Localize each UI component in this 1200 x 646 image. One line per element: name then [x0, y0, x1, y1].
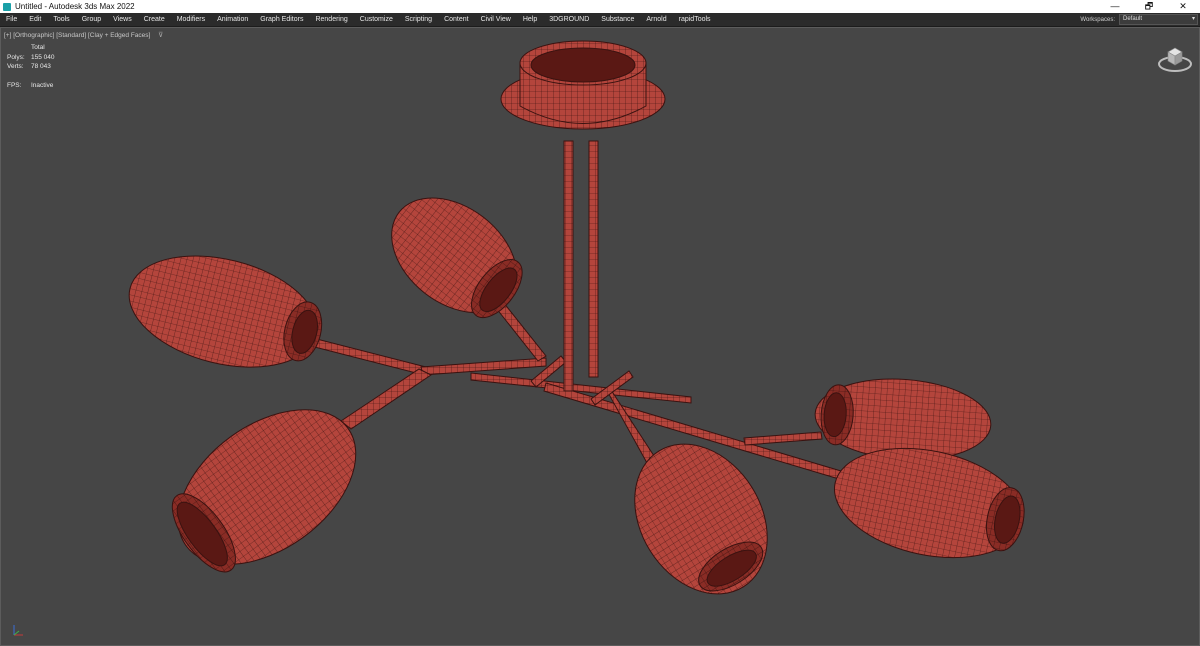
menu-views[interactable]: Views: [107, 13, 138, 26]
menu-tools[interactable]: Tools: [47, 13, 75, 26]
axis-tripod-icon: [13, 625, 23, 636]
fps-label: FPS:: [7, 81, 22, 89]
menu-edit[interactable]: Edit: [23, 13, 47, 26]
scene-model[interactable]: [1, 28, 1199, 645]
workspaces-label: Workspaces:: [1080, 16, 1115, 23]
ceiling-canopy: [500, 40, 666, 130]
title-bar: Untitled - Autodesk 3ds Max 2022 — 🗗 ✕: [0, 0, 1200, 13]
menu-bar: File Edit Tools Group Views Create Modif…: [0, 13, 1200, 27]
menu-file[interactable]: File: [0, 13, 23, 26]
statistics-overlay: Total Polys: 155 040 Verts: 78 043 FPS: Ina…: [7, 43, 55, 90]
lamp-shade: [128, 255, 323, 368]
menu-animation[interactable]: Animation: [211, 13, 254, 26]
window-title: Untitled - Autodesk 3ds Max 2022: [15, 2, 135, 11]
viewcube-icon[interactable]: [1157, 42, 1193, 76]
polys-value: 155 040: [31, 53, 55, 61]
lamp-shade: [833, 447, 1025, 559]
close-button[interactable]: ✕: [1166, 0, 1200, 13]
workspaces-dropdown[interactable]: Default ▾: [1119, 14, 1198, 25]
restore-button[interactable]: 🗗: [1132, 0, 1166, 13]
verts-value: 78 043: [31, 63, 51, 70]
verts-label: Verts:: [7, 63, 24, 70]
polys-label: Polys:: [7, 53, 25, 61]
filter-icon[interactable]: ⊽: [158, 32, 163, 39]
menu-customize[interactable]: Customize: [354, 13, 399, 26]
stats-header: Total: [31, 44, 45, 51]
menu-modifiers[interactable]: Modifiers: [171, 13, 211, 26]
menu-rapidtools[interactable]: rapidTools: [673, 13, 717, 26]
menu-graph-editors[interactable]: Graph Editors: [254, 13, 309, 26]
menu-3dground[interactable]: 3DGROUND: [543, 13, 595, 26]
viewport-label-text[interactable]: [+] [Orthographic] [Standard] [Clay + Ed…: [4, 32, 150, 39]
menu-arnold[interactable]: Arnold: [640, 13, 672, 26]
dropdown-caret-icon: ▾: [1191, 16, 1195, 22]
lamp-shade: [391, 197, 523, 319]
menu-help[interactable]: Help: [517, 13, 543, 26]
vertical-rods: [563, 140, 599, 392]
menu-substance[interactable]: Substance: [595, 13, 640, 26]
app-icon: [3, 2, 11, 11]
menu-rendering[interactable]: Rendering: [309, 13, 353, 26]
workspaces-value: Default: [1123, 16, 1143, 22]
workspaces: Workspaces: Default ▾: [1080, 13, 1198, 26]
minimize-button[interactable]: —: [1098, 0, 1132, 13]
viewport-label[interactable]: [+] [Orthographic] [Standard] [Clay + Ed…: [4, 31, 163, 39]
menu-civil-view[interactable]: Civil View: [475, 13, 517, 26]
menu-content[interactable]: Content: [438, 13, 475, 26]
window-controls: — 🗗 ✕: [1098, 0, 1200, 13]
menu-scripting[interactable]: Scripting: [399, 13, 438, 26]
lamp-shade: [171, 409, 357, 573]
fps-value: Inactive: [31, 81, 54, 89]
menu-create[interactable]: Create: [138, 13, 171, 26]
viewport[interactable]: [+] [Orthographic] [Standard] [Clay + Ed…: [0, 27, 1200, 646]
menu-group[interactable]: Group: [76, 13, 107, 26]
